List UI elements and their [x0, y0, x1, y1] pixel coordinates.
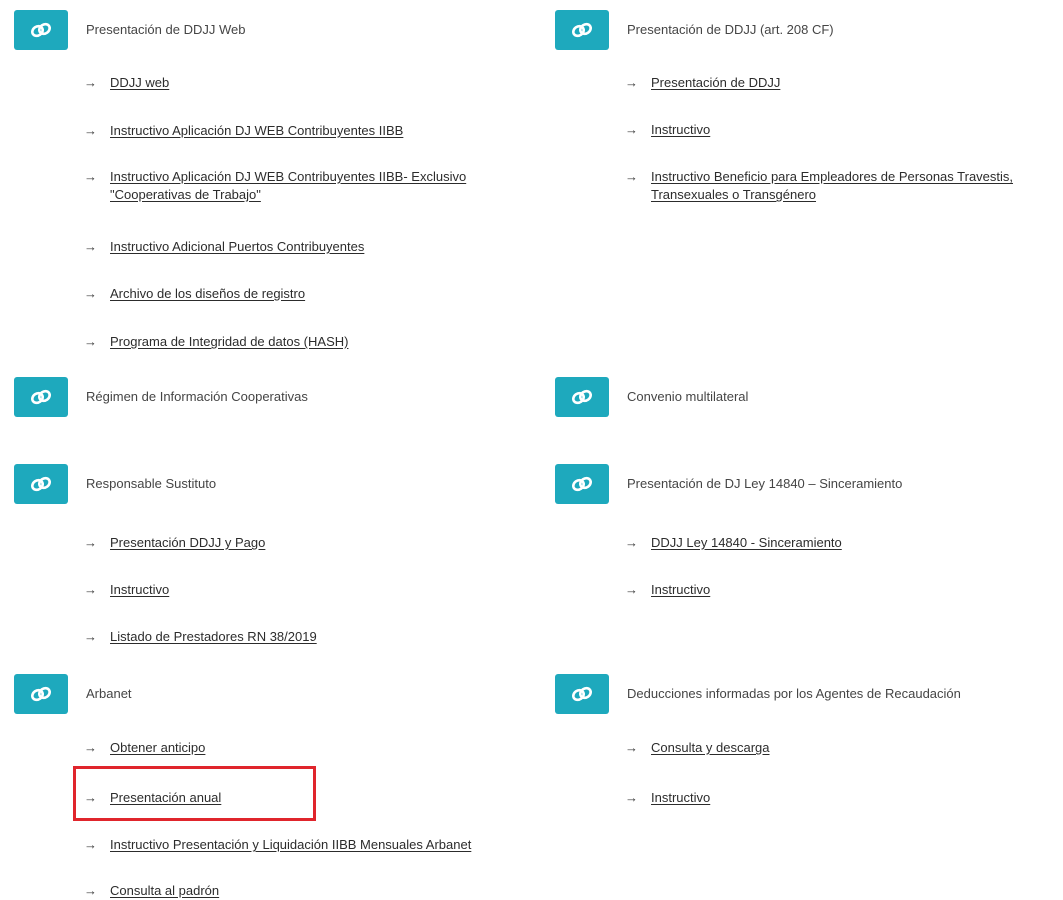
link-icon [572, 476, 592, 492]
arrow-right-icon: → [84, 837, 97, 852]
arrow-right-icon: → [625, 75, 638, 90]
link-consulta-padron[interactable]: Consulta al padrón [110, 882, 219, 900]
link-disenos-registro[interactable]: Archivo de los diseños de registro [110, 285, 305, 303]
link-icon-tile [14, 10, 68, 50]
arrow-right-icon: → [625, 122, 638, 137]
arrow-right-icon: → [625, 740, 638, 755]
link-instructivo-puertos[interactable]: Instructivo Adicional Puertos Contribuye… [110, 238, 364, 256]
section-deducciones: Deducciones informadas por los Agentes d… [555, 674, 1055, 805]
arrow-right-icon: → [625, 169, 638, 184]
section-title: Presentación de DDJJ (art. 208 CF) [627, 22, 834, 37]
section-arbanet: Arbanet → Obtener anticipo → Presentación … [14, 674, 534, 898]
section-ley-14840: Presentación de DJ Ley 14840 – Sincerami… [555, 464, 1055, 597]
link-icon [572, 389, 592, 405]
link-icon [31, 686, 51, 702]
link-icon-tile [555, 377, 609, 417]
arrow-right-icon: → [625, 790, 638, 805]
section-responsable-sustituto: Responsable Sustituto → Presentación DDJJ… [14, 464, 534, 644]
link-instructivo-dj-web[interactable]: Instructivo Aplicación DJ WEB Contribuye… [110, 122, 403, 140]
link-ddjj-web[interactable]: DDJJ web [110, 74, 169, 92]
section-header: Deducciones informadas por los Agentes d… [555, 674, 1055, 714]
arrow-right-icon: → [84, 286, 97, 301]
arrow-right-icon: → [84, 123, 97, 138]
link-instructivo[interactable]: Instructivo [651, 121, 710, 139]
link-consulta-descarga[interactable]: Consulta y descarga [651, 739, 770, 757]
arrow-right-icon: → [84, 239, 97, 254]
arrow-right-icon: → [84, 75, 97, 90]
section-title: Responsable Sustituto [86, 476, 217, 491]
highlight-box [73, 766, 316, 821]
section-header: Responsable Sustituto [14, 464, 534, 504]
arrow-right-icon: → [84, 883, 97, 898]
link-instructivo-cooperativas-trabajo[interactable]: Instructivo Aplicación DJ WEB Contribuye… [110, 168, 530, 204]
link-presentacion-ddjj-pago[interactable]: Presentación DDJJ y Pago [110, 534, 265, 552]
arrow-right-icon: → [84, 740, 97, 755]
section-header: Arbanet [14, 674, 534, 714]
link-icon [31, 476, 51, 492]
link-icon-tile [14, 464, 68, 504]
link-listado-prestadores[interactable]: Listado de Prestadores RN 38/2019 [110, 628, 317, 646]
link-instructivo[interactable]: Instructivo [651, 581, 710, 599]
arrow-right-icon: → [625, 582, 638, 597]
section-header: Presentación de DJ Ley 14840 – Sincerami… [555, 464, 1055, 504]
link-ddjj-ley-14840[interactable]: DDJJ Ley 14840 - Sinceramiento [651, 534, 842, 552]
section-header: Presentación de DDJJ Web [14, 10, 534, 50]
section-header[interactable]: Convenio multilateral [555, 377, 1055, 417]
link-instructivo[interactable]: Instructivo [110, 581, 169, 599]
link-icon [31, 389, 51, 405]
arrow-right-icon: → [84, 629, 97, 644]
arrow-right-icon: → [84, 169, 97, 184]
section-convenio-multilateral: Convenio multilateral [555, 377, 1055, 417]
section-header[interactable]: Régimen de Información Cooperativas [14, 377, 534, 417]
link-presentacion-ddjj[interactable]: Presentación de DDJJ [651, 74, 780, 92]
link-instructivo-liquidacion-arbanet[interactable]: Instructivo Presentación y Liquidación I… [110, 836, 471, 854]
link-icon-tile [14, 674, 68, 714]
link-icon-tile [555, 464, 609, 504]
section-title: Presentación de DDJJ Web [86, 22, 246, 37]
section-title: Presentación de DJ Ley 14840 – Sincerami… [627, 476, 903, 491]
link-icon [572, 686, 592, 702]
link-instructivo[interactable]: Instructivo [651, 789, 710, 807]
section-title: Régimen de Información Cooperativas [86, 389, 308, 404]
arrow-right-icon: → [84, 582, 97, 597]
link-icon [572, 22, 592, 38]
arrow-right-icon: → [84, 334, 97, 349]
section-title: Deducciones informadas por los Agentes d… [627, 686, 961, 701]
section-header: Presentación de DDJJ (art. 208 CF) [555, 10, 1055, 50]
link-icon-tile [14, 377, 68, 417]
arrow-right-icon: → [625, 535, 638, 550]
section-title: Arbanet [86, 686, 132, 701]
link-icon-tile [555, 674, 609, 714]
link-obtener-anticipo[interactable]: Obtener anticipo [110, 739, 205, 757]
arrow-right-icon: → [84, 535, 97, 550]
section-cooperativas: Régimen de Información Cooperativas [14, 377, 534, 417]
link-icon-tile [555, 10, 609, 50]
link-instructivo-beneficio-empleadores[interactable]: Instructivo Beneficio para Empleadores d… [651, 168, 1063, 204]
section-ddjj-web: Presentación de DDJJ Web → DDJJ web → Inst… [14, 10, 534, 349]
section-title: Convenio multilateral [627, 389, 749, 404]
link-programa-hash[interactable]: Programa de Integridad de datos (HASH) [110, 333, 348, 351]
section-ddjj-art-208: Presentación de DDJJ (art. 208 CF) → Pres… [555, 10, 1055, 202]
link-icon [31, 22, 51, 38]
